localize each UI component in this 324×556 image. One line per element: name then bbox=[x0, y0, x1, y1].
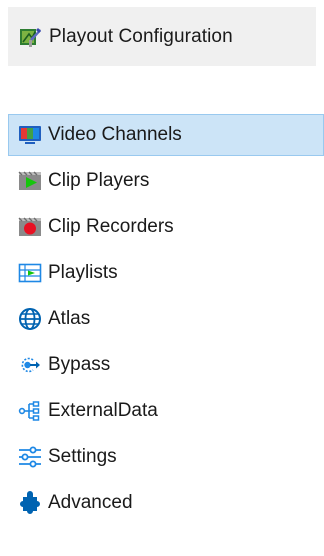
nav-item-label: Bypass bbox=[48, 354, 111, 375]
nav-item-atlas[interactable]: Atlas bbox=[8, 296, 324, 342]
nav-item-label: Settings bbox=[48, 446, 117, 467]
nav-item-label: Clip Recorders bbox=[48, 216, 174, 237]
nav-item-label: Advanced bbox=[48, 492, 133, 513]
panel-header: Playout Configuration bbox=[8, 7, 316, 66]
playout-config-icon bbox=[18, 25, 42, 49]
nav-item-clip-players[interactable]: Clip Players bbox=[8, 158, 324, 204]
nav-item-label: Atlas bbox=[48, 308, 91, 329]
navigation-list: Video Channels Clip Players Clip Recorde… bbox=[8, 112, 324, 526]
nav-item-advanced[interactable]: Advanced bbox=[8, 480, 324, 526]
clip-recorders-icon bbox=[18, 215, 42, 239]
nav-item-clip-recorders[interactable]: Clip Recorders bbox=[8, 204, 324, 250]
external-data-icon bbox=[18, 399, 42, 423]
nav-item-bypass[interactable]: Bypass bbox=[8, 342, 324, 388]
nav-item-label: Playlists bbox=[48, 262, 118, 283]
nav-item-label: Clip Players bbox=[48, 170, 150, 191]
nav-item-label: ExternalData bbox=[48, 400, 158, 421]
nav-item-playlists[interactable]: Playlists bbox=[8, 250, 324, 296]
nav-item-video-channels[interactable]: Video Channels bbox=[8, 114, 324, 156]
nav-item-settings[interactable]: Settings bbox=[8, 434, 324, 480]
page-title: Playout Configuration bbox=[49, 25, 233, 47]
playout-configuration-panel: Playout Configuration Video Channels Cli… bbox=[0, 0, 324, 556]
puzzle-icon bbox=[18, 491, 42, 515]
nav-item-external-data[interactable]: ExternalData bbox=[8, 388, 324, 434]
settings-sliders-icon bbox=[18, 445, 42, 469]
nav-item-label: Video Channels bbox=[48, 124, 182, 145]
playlists-icon bbox=[18, 261, 42, 285]
video-channels-icon bbox=[18, 123, 42, 147]
bypass-icon bbox=[18, 353, 42, 377]
globe-icon bbox=[18, 307, 42, 331]
clip-players-icon bbox=[18, 169, 42, 193]
